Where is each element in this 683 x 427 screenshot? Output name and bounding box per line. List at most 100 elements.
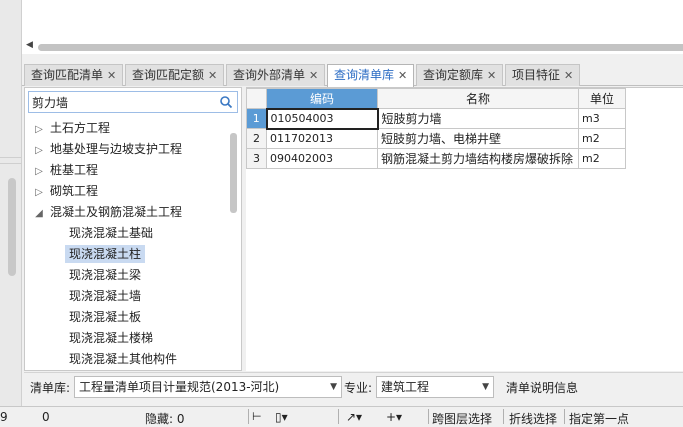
library-selector-bar: 清单库: 工程量清单项目计量规范(2013-河北) ▼ 专业: 建筑工程 ▼ 清… (24, 372, 683, 400)
tree-item-cast-wall[interactable]: 现浇混凝土墙 (25, 286, 228, 306)
cell-code[interactable]: 011702013 (266, 128, 378, 149)
row-number[interactable]: 3 (246, 148, 267, 169)
collapse-arrow-icon[interactable]: ◢ (33, 204, 45, 224)
tree-scrollbar-thumb[interactable] (230, 133, 237, 213)
cell-code[interactable]: 090402003 (266, 148, 378, 169)
scroll-left-icon[interactable]: ◀ (26, 40, 33, 50)
cell-unit[interactable]: m2 (578, 128, 626, 149)
horizontal-scrollbar-thumb[interactable] (38, 44, 683, 51)
tree-item-label: 现浇混凝土板 (69, 310, 142, 324)
tab-bill-library[interactable]: 查询清单库 ✕ (327, 64, 415, 87)
close-icon[interactable]: ✕ (208, 69, 217, 82)
pointer-icon[interactable]: ↗▾ (346, 410, 362, 424)
tab-label: 查询匹配清单 (31, 68, 104, 82)
bill-library-value: 工程量清单项目计量规范(2013-河北) (79, 380, 280, 394)
table-row[interactable]: 3 090402003 钢筋混凝土剪力墙结构楼房爆破拆除 m2 (246, 148, 626, 169)
column-header-name[interactable]: 名称 (377, 88, 579, 109)
column-header-unit[interactable]: 单位 (578, 88, 626, 109)
tree-item-cast-column[interactable]: 现浇混凝土柱 (25, 244, 228, 264)
close-icon[interactable]: ✕ (309, 69, 318, 82)
toolbar-icon[interactable]: ⊢ (252, 410, 262, 423)
tree-item-cast-beam[interactable]: 现浇混凝土梁 (25, 265, 228, 285)
cross-layer-select-button[interactable]: 跨图层选择 (432, 410, 492, 427)
tree-item-label: 现浇混凝土柱 (65, 245, 146, 263)
tree-item-cast-other[interactable]: 现浇混凝土其他构件 (25, 349, 228, 369)
tree-item-cast-foundation[interactable]: 现浇混凝土基础 (25, 223, 228, 243)
cell-name[interactable]: 短肢剪力墙、电梯井壁 (377, 128, 579, 149)
expand-arrow-icon[interactable]: ▷ (33, 120, 45, 140)
results-table: 编码 名称 单位 1 010504003 短肢剪力墙 m3 2 01170201… (246, 88, 626, 169)
tab-label: 查询清单库 (334, 68, 395, 82)
bill-library-select[interactable]: 工程量清单项目计量规范(2013-河北) ▼ (74, 376, 342, 398)
column-header-code[interactable]: 编码 (266, 88, 378, 109)
tab-match-bill[interactable]: 查询匹配清单 ✕ (24, 64, 124, 86)
close-icon[interactable]: ✕ (107, 69, 116, 82)
chevron-down-icon[interactable]: ▼ (330, 377, 337, 397)
tree-item-label: 地基处理与边坡支护工程 (50, 142, 183, 156)
close-icon[interactable]: ✕ (564, 69, 573, 82)
status-value-1: 9 (0, 410, 8, 424)
cell-unit[interactable]: m3 (578, 108, 626, 129)
tree-item-concrete[interactable]: ◢ 混凝土及钢筋混凝土工程 (25, 202, 228, 222)
search-input[interactable] (32, 94, 212, 110)
tab-label: 查询定额库 (423, 68, 484, 82)
tree-item-label: 现浇混凝土其他构件 (69, 352, 178, 366)
specialty-select[interactable]: 建筑工程 ▼ (376, 376, 494, 398)
close-icon[interactable]: ✕ (398, 69, 407, 82)
polyline-select-button[interactable]: 折线选择 (509, 410, 557, 427)
tree-item-label: 现浇混凝土梁 (69, 268, 142, 282)
color-picker-icon[interactable]: ▯▾ (275, 410, 288, 424)
top-canvas-area (22, 0, 683, 40)
tree-item-label: 桩基工程 (50, 163, 99, 177)
tree-item-earthwork[interactable]: ▷ 土石方工程 (25, 118, 228, 138)
status-value-2: 0 (42, 410, 50, 424)
tab-item-features[interactable]: 项目特征 ✕ (505, 64, 581, 86)
snap-icon[interactable]: +▾ (386, 410, 402, 424)
search-box (28, 91, 238, 113)
tab-match-quota[interactable]: 查询匹配定额 ✕ (125, 64, 225, 86)
tab-bar: 查询匹配清单 ✕ 查询匹配定额 ✕ 查询外部清单 ✕ 查询清单库 ✕ 查询定额库 ✕ 项目… (22, 62, 683, 87)
horizontal-scrollbar[interactable]: ◀ (22, 40, 683, 54)
expand-arrow-icon[interactable]: ▷ (33, 162, 45, 182)
bill-description-info-link[interactable]: 清单说明信息 (506, 379, 578, 396)
tree-item-label: 土石方工程 (50, 121, 111, 135)
tree-item-label: 现浇混凝土基础 (69, 226, 154, 240)
chevron-down-icon[interactable]: ▼ (482, 377, 489, 397)
corner-cell[interactable] (246, 88, 267, 109)
tree-item-cast-stairs[interactable]: 现浇混凝土楼梯 (25, 328, 228, 348)
search-icon[interactable] (219, 95, 233, 109)
tree-item-label: 现浇混凝土墙 (69, 289, 142, 303)
tab-quota-library[interactable]: 查询定额库 ✕ (416, 64, 504, 86)
row-number[interactable]: 2 (246, 128, 267, 149)
specialty-value: 建筑工程 (381, 380, 430, 394)
specify-first-point-prompt: 指定第一点 (569, 412, 630, 426)
cell-name[interactable]: 钢筋混凝土剪力墙结构楼房爆破拆除 (377, 148, 579, 169)
cell-name[interactable]: 短肢剪力墙 (377, 108, 579, 129)
table-row[interactable]: 1 010504003 短肢剪力墙 m3 (246, 107, 626, 130)
expand-arrow-icon[interactable]: ▷ (33, 183, 45, 203)
cell-code[interactable]: 010504003 (265, 107, 379, 130)
category-tree-panel: ▷ 土石方工程 ▷ 地基处理与边坡支护工程 ▷ 桩基工程 ▷ 砌筑工程 ◢ 混凝土及钢筋混… (24, 87, 242, 371)
hidden-count: 隐藏: 0 (145, 412, 185, 426)
tab-external-bill[interactable]: 查询外部清单 ✕ (226, 64, 326, 86)
tab-label: 项目特征 (512, 68, 561, 82)
table-row[interactable]: 2 011702013 短肢剪力墙、电梯井壁 m2 (246, 128, 626, 149)
specialty-label: 专业: (344, 381, 373, 395)
tab-label: 查询匹配定额 (132, 68, 205, 82)
tree-item-masonry[interactable]: ▷ 砌筑工程 (25, 181, 228, 201)
row-number[interactable]: 1 (246, 108, 267, 129)
tree-item-label: 混凝土及钢筋混凝土工程 (50, 205, 183, 219)
tree-item-label: 现浇混凝土楼梯 (69, 331, 154, 345)
cell-unit[interactable]: m2 (578, 148, 626, 169)
tree-item-foundation-treatment[interactable]: ▷ 地基处理与边坡支护工程 (25, 139, 228, 159)
tree-item-pile-foundation[interactable]: ▷ 桩基工程 (25, 160, 228, 180)
tree-item-label: 砌筑工程 (50, 184, 99, 198)
table-header-row: 编码 名称 单位 (246, 88, 626, 109)
expand-arrow-icon[interactable]: ▷ (33, 141, 45, 161)
close-icon[interactable]: ✕ (487, 69, 496, 82)
tree-item-cast-slab[interactable]: 现浇混凝土板 (25, 307, 228, 327)
vertical-scrollbar-thumb[interactable] (8, 178, 16, 276)
tab-label: 查询外部清单 (233, 68, 306, 82)
bill-results-grid: 编码 名称 单位 1 010504003 短肢剪力墙 m3 2 01170201… (246, 87, 683, 371)
left-panel-strip (0, 0, 22, 425)
